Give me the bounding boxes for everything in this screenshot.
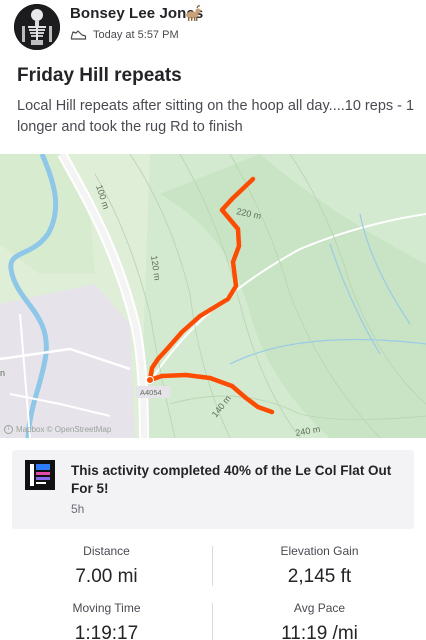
goat-icon — [186, 5, 201, 21]
attribution-text: Mapbox © OpenStreetMap — [16, 425, 112, 434]
stat-label: Moving Time — [72, 601, 141, 615]
map-canvas: A4054 100 m 220 m 120 m 140 m 240 m n — [0, 154, 426, 438]
stat-label: Elevation Gain — [280, 544, 359, 558]
route-start-marker — [146, 376, 154, 384]
challenge-age: 5h — [71, 502, 85, 516]
activity-timestamp: Today at 5:57 PM — [93, 29, 179, 41]
activity-title[interactable]: Friday Hill repeats — [17, 65, 182, 87]
stat-elevation: Elevation Gain 2,145 ft — [213, 544, 426, 588]
challenge-text: This activity completed 40% of the Le Co… — [71, 463, 392, 496]
avatar[interactable] — [14, 4, 60, 50]
shoe-icon — [70, 30, 87, 40]
stat-value: 1:19:17 — [74, 623, 139, 640]
activity-meta: Today at 5:57 PM — [70, 27, 179, 43]
info-icon[interactable]: i — [4, 425, 13, 434]
stat-distance: Distance 7.00 mi — [0, 544, 213, 588]
stat-label: Avg Pace — [293, 601, 346, 615]
road-label: A4054 — [140, 388, 162, 397]
stat-value: 7.00 mi — [75, 566, 138, 587]
stat-value: 2,145 ft — [287, 566, 352, 587]
skeleton-avatar-image — [14, 4, 60, 50]
activity-stats: Distance 7.00 mi Elevation Gain 2,145 ft… — [0, 538, 426, 640]
stat-value: 11:19 /mi — [281, 623, 358, 640]
stat-avg-pace: Avg Pace 11:19 /mi — [213, 601, 426, 640]
stat-label: Distance — [83, 544, 130, 558]
activity-header: Bonsey Lee Jones Today at 5:57 PM — [0, 0, 426, 56]
challenge-badge-icon — [25, 460, 55, 490]
route-map[interactable]: A4054 100 m 220 m 120 m 140 m 240 m n i … — [0, 154, 426, 438]
stat-moving-time: Moving Time 1:19:17 — [0, 601, 213, 640]
map-attribution[interactable]: i Mapbox © OpenStreetMap — [4, 425, 111, 434]
urban-area — [0, 284, 135, 438]
map-edge-label: n — [0, 368, 5, 378]
activity-description: Local Hill repeats after sitting on the … — [17, 98, 415, 135]
challenge-card[interactable]: This activity completed 40% of the Le Co… — [12, 450, 414, 529]
